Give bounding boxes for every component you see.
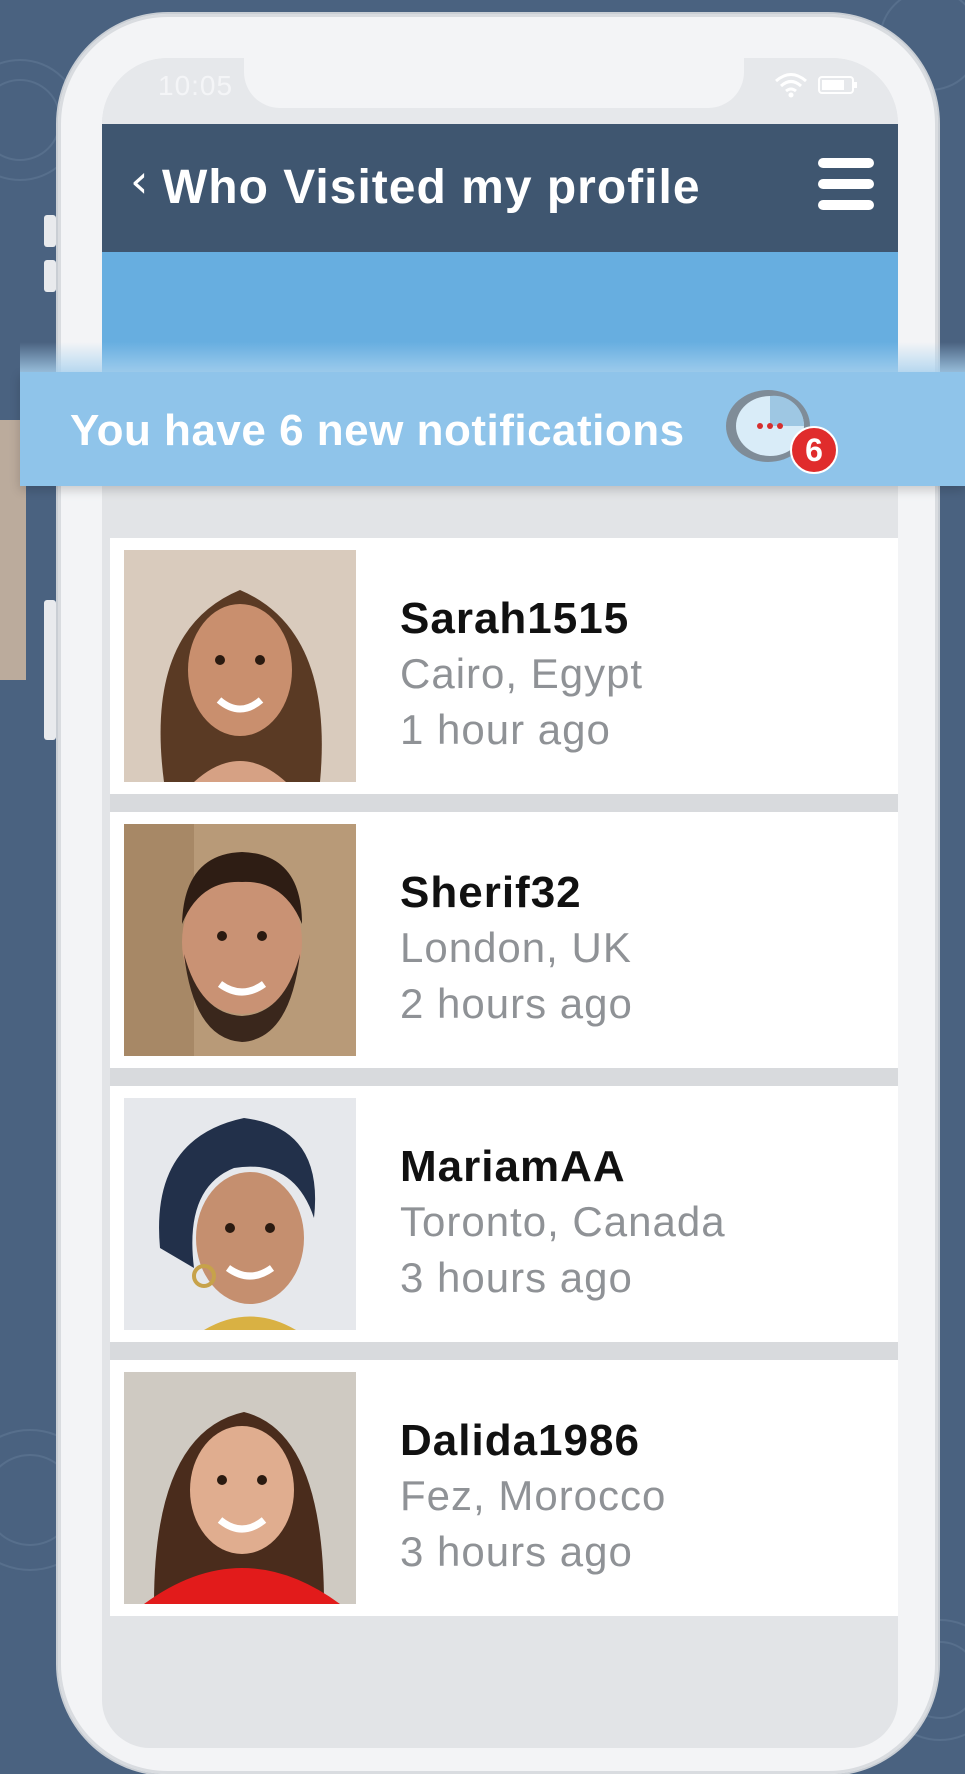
battery-icon: [818, 76, 857, 94]
visitor-username: Sarah1515: [400, 594, 630, 643]
phone-notch: [244, 58, 744, 108]
visitor-location: London, UK: [400, 924, 632, 971]
divider: [110, 794, 898, 812]
wifi-icon: [775, 73, 807, 98]
avatar: [124, 550, 356, 782]
avatar: [124, 1098, 356, 1330]
visitor-username: Sherif32: [400, 868, 582, 917]
list-item[interactable]: MariamAA Toronto, Canada 3 hours ago: [110, 1086, 898, 1342]
avatar: [124, 824, 356, 1056]
list-item[interactable]: Sarah1515 Cairo, Egypt 1 hour ago: [110, 538, 898, 794]
status-bar: 10:05: [102, 58, 898, 124]
visitor-username: Dalida1986: [400, 1416, 640, 1465]
visit-time: 3 hours ago: [400, 1528, 633, 1575]
status-time: 10:05: [158, 70, 234, 101]
avatar: [124, 1372, 356, 1604]
phone-side-button: [44, 215, 56, 247]
visit-time: 1 hour ago: [400, 706, 611, 753]
visitor-location: Toronto, Canada: [400, 1198, 726, 1245]
phone-side-button: [44, 600, 56, 740]
visitor-location: Fez, Morocco: [400, 1472, 667, 1519]
notification-banner[interactable]: You have 6 new notifications 6: [20, 342, 965, 486]
divider: [110, 1068, 898, 1086]
list-item[interactable]: Sherif32 London, UK 2 hours ago: [110, 812, 898, 1068]
visit-time: 2 hours ago: [400, 980, 633, 1027]
chevron-left-icon[interactable]: ‹: [130, 158, 148, 204]
hamburger-menu-icon[interactable]: [818, 158, 874, 214]
list-item[interactable]: Dalida1986 Fez, Morocco 3 hours ago: [110, 1360, 898, 1616]
divider: [110, 1342, 898, 1360]
visit-time: 3 hours ago: [400, 1254, 633, 1301]
page-title: Who Visited my profile: [162, 161, 701, 214]
visitor-location: Cairo, Egypt: [400, 650, 644, 697]
visitor-username: MariamAA: [400, 1142, 626, 1191]
notification-text: You have 6 new notifications: [70, 406, 685, 455]
app-header: ‹ Who Visited my profile: [102, 124, 898, 252]
notification-count-badge: 6: [790, 426, 838, 474]
phone-side-button: [44, 260, 56, 292]
phone-screen: 10:05 ‹ Who Visited my profile Sarah1515…: [102, 58, 898, 1748]
